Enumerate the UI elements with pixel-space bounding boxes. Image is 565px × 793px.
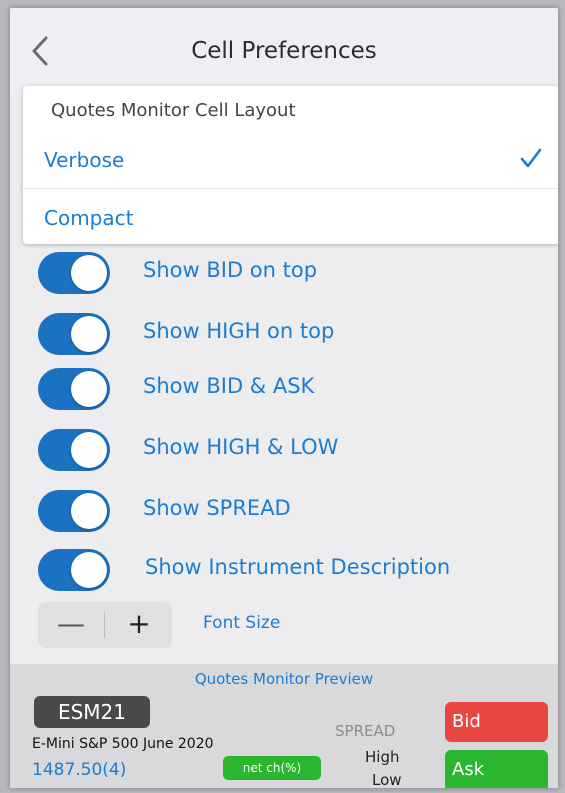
net-change-badge: net ch(%) [223,756,321,780]
layout-dropdown-header: Quotes Monitor Cell Layout [51,100,296,121]
font-size-stepper: — + [38,602,172,648]
high-low-switch[interactable] [38,429,110,471]
toggle-row-bid-on-top: Show BID on top [10,246,558,300]
spread-label: SPREAD [335,722,396,740]
page-title: Cell Preferences [191,38,377,64]
layout-option-verbose[interactable]: Verbose [23,132,558,189]
switch-knob [71,316,107,352]
toggle-row-high-on-top: Show HIGH on top [10,307,558,361]
checkmark-icon [520,148,542,168]
high-on-top-switch[interactable] [38,313,110,355]
toggle-row-high-low: Show HIGH & LOW [10,423,558,477]
switch-knob [71,552,107,588]
bid-on-top-switch[interactable] [38,252,110,294]
toggle-label: Show BID on top [143,258,318,282]
toggle-label: Show HIGH & LOW [143,435,339,459]
preview-title: Quotes Monitor Preview [194,670,374,688]
ask-button[interactable]: Ask [445,750,548,788]
instrument-description: E-Mini S&P 500 June 2020 [32,736,214,752]
increase-font-button[interactable]: + [106,602,172,648]
switch-knob [71,371,107,407]
layout-option-compact[interactable]: Compact [23,190,558,246]
instrument-description-switch[interactable] [38,549,110,591]
high-label: High [365,748,400,766]
layout-option-label: Compact [44,206,134,230]
switch-knob [71,432,107,468]
bid-label: Bid [452,711,481,732]
ask-label: Ask [452,759,485,780]
quotes-monitor-preview: Quotes Monitor Preview ESM21 E-Mini S&P … [10,664,558,788]
toggle-label: Show BID & ASK [143,374,315,398]
toggle-row-bid-ask: Show BID & ASK [10,362,558,416]
last-price: 1487.50(4) [32,760,127,780]
toggle-row-spread: Show SPREAD [10,484,558,538]
stepper-divider [104,612,105,638]
spread-switch[interactable] [38,490,110,532]
bid-ask-switch[interactable] [38,368,110,410]
switch-knob [71,255,107,291]
toggle-label: Show HIGH on top [143,319,335,343]
phone-screen: Cell Preferences Quotes Monitor Cell Lay… [10,8,558,788]
font-size-label: Font Size [203,613,281,633]
decrease-font-button[interactable]: — [38,602,104,648]
bid-button[interactable]: Bid [445,702,548,742]
low-label: Low [372,771,402,788]
switch-knob [71,493,107,529]
layout-dropdown: Quotes Monitor Cell Layout Verbose Compa… [23,86,558,244]
toggle-row-instrument-description: Show Instrument Description [10,543,558,597]
toggle-label: Show SPREAD [143,496,291,520]
symbol-badge: ESM21 [34,696,150,728]
navigation-bar: Cell Preferences [10,8,558,96]
layout-option-label: Verbose [44,148,125,172]
toggle-label: Show Instrument Description [145,555,451,579]
